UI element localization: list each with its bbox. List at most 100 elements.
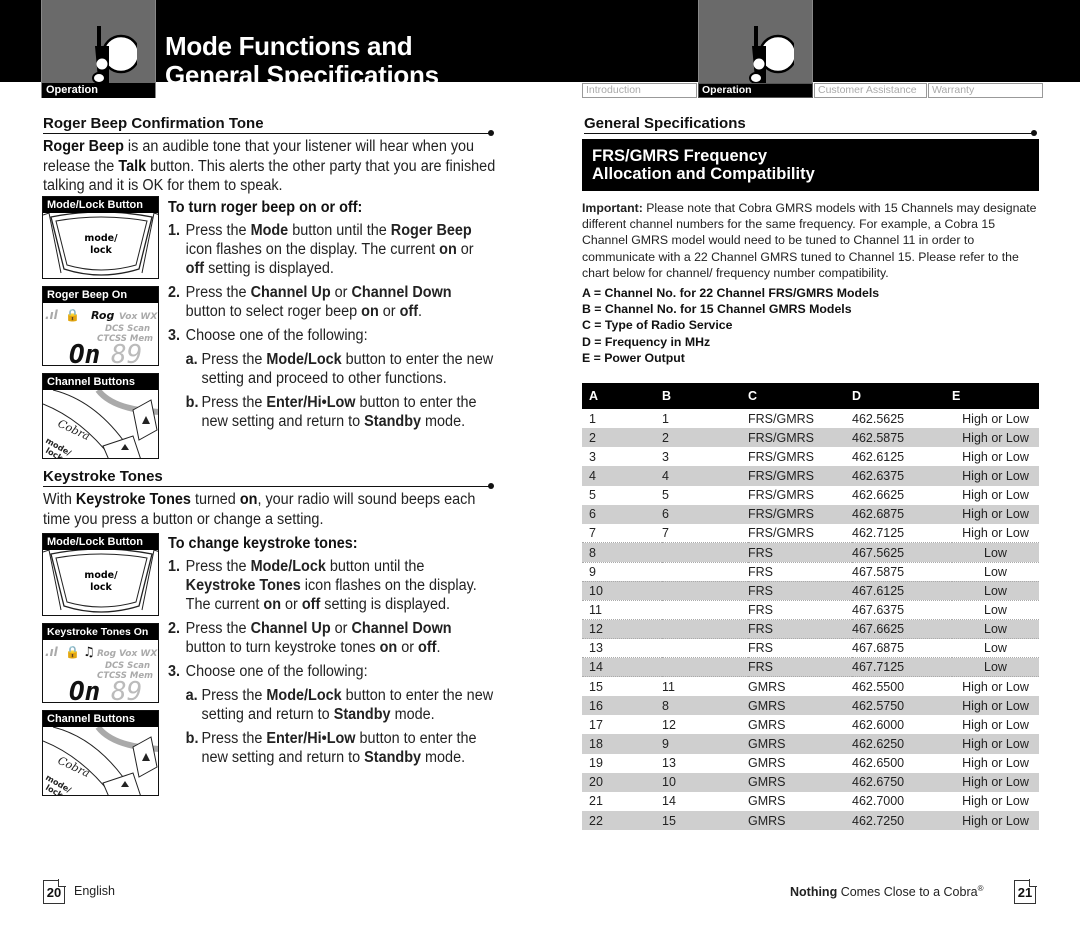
intro-text: With bbox=[43, 491, 76, 508]
cell-frequency: 462.5875 bbox=[852, 428, 952, 448]
emphasis-text: Channel Up bbox=[250, 620, 331, 637]
frequency-table: A B C D E 1 1 FRS/GMRS 462.5625 High or Low 2… bbox=[582, 383, 1039, 831]
instruction-substep: a. Press the Mode/Lock button to enter th… bbox=[186, 686, 496, 724]
lcd-on-readout: On bbox=[69, 340, 100, 366]
emphasis-text: off bbox=[418, 639, 437, 656]
cell-power-output: High or Low bbox=[952, 504, 1039, 524]
cell-frequency: 462.5500 bbox=[852, 679, 905, 694]
cell-channel-22: 4 bbox=[582, 466, 662, 486]
legend-item: D = Frequency in MHz bbox=[582, 334, 711, 349]
plain-text: Press the bbox=[185, 620, 251, 637]
cell-frequency: 462.6875 bbox=[852, 504, 952, 524]
cell-channel-22: 15 bbox=[589, 679, 603, 694]
table-row: 6 6 FRS/GMRS 462.6875 High or Low bbox=[582, 504, 1039, 524]
cell-service-type: FRS bbox=[748, 638, 852, 659]
nav-tab-customer-assistance[interactable]: Customer Assistance bbox=[814, 83, 927, 98]
general-specs-heading: General Specifications bbox=[584, 115, 746, 132]
instruction-step: 3. Choose one of the following: bbox=[168, 662, 495, 681]
cell-channel-15: 4 bbox=[662, 466, 748, 486]
table-row: 15 11 GMRS 462.5500 High or Low bbox=[582, 677, 1039, 696]
intro-bold: Keystroke Tones bbox=[75, 491, 191, 508]
plain-text: Press the bbox=[185, 558, 251, 575]
keystroke-tones-steps: To change keystroke tones: 1. Press the M… bbox=[168, 534, 495, 772]
plain-text: mode. bbox=[421, 413, 466, 430]
cell-power-output: High or Low bbox=[952, 523, 1039, 544]
cell-frequency: 467.7125 bbox=[852, 657, 952, 678]
table-row: 17 12 GMRS 462.6000 High or Low bbox=[582, 715, 1039, 734]
table-row: 16 8 GMRS 462.5750 High or Low bbox=[582, 696, 1039, 716]
panel-mode-lock-button: Mode/Lock Button mode/ lock bbox=[42, 196, 159, 279]
cell-channel-22: 7 bbox=[582, 523, 662, 544]
cell-service-type: FRS bbox=[748, 581, 852, 601]
nav-tab-introduction[interactable]: Introduction bbox=[582, 83, 697, 98]
plain-text: or bbox=[280, 596, 302, 613]
plain-text: Press the bbox=[201, 394, 267, 411]
dcs-scan-indicator: DCS Scan bbox=[105, 661, 150, 671]
registered-mark: ® bbox=[977, 884, 984, 893]
vox-wx-indicator: Vox WX bbox=[119, 312, 158, 322]
mode-lock-button-illustration: mode/ lock bbox=[43, 550, 158, 613]
cell-channel-15 bbox=[662, 542, 748, 563]
signal-icon: .ıl bbox=[45, 645, 59, 659]
cell-channel-22: 14 bbox=[582, 657, 662, 678]
plain-text: button to select roger beep bbox=[185, 303, 362, 320]
table-row: 13 FRS 467.6875 Low bbox=[582, 638, 1039, 659]
cell-frequency: 462.6750 bbox=[852, 772, 952, 792]
step-text: Choose one of the following: bbox=[186, 326, 368, 345]
roger-beep-intro: Roger Beep is an audible tone that your … bbox=[43, 137, 503, 196]
section-nav: Introduction Operation Customer Assistan… bbox=[582, 83, 1044, 98]
plain-text: button until the bbox=[288, 222, 391, 239]
cell-power-output: Low bbox=[952, 638, 1039, 659]
nav-tab-operation[interactable]: Operation bbox=[698, 83, 813, 98]
nav-tab-warranty[interactable]: Warranty bbox=[928, 83, 1043, 98]
plain-text: Choose one of the following: bbox=[185, 327, 368, 344]
rog-indicator: Rog bbox=[91, 309, 114, 322]
emphasis-text: Mode/Lock bbox=[266, 687, 342, 704]
step-text: Press the Mode/Lock button until the Key… bbox=[186, 557, 496, 614]
table-row: 4 4 FRS/GMRS 462.6375 High or Low bbox=[582, 466, 1039, 486]
cell-channel-15: 9 bbox=[662, 734, 748, 754]
emphasis-text: off bbox=[399, 303, 419, 320]
plain-text: mode. bbox=[421, 749, 466, 766]
cell-frequency: 467.5875 bbox=[852, 562, 952, 582]
plain-text: icon flashes on the display. The current bbox=[185, 241, 440, 258]
roger-beep-steps: To turn roger beep on or off: 1. Press th… bbox=[168, 198, 495, 436]
table-row: 11 FRS 467.6375 Low bbox=[582, 600, 1039, 621]
step-number: 3. bbox=[168, 663, 181, 680]
plain-text: . bbox=[436, 639, 441, 656]
plain-text: or bbox=[330, 620, 352, 637]
cell-channel-15 bbox=[662, 600, 748, 621]
instruction-step: 2. Press the Channel Up or Channel Down b… bbox=[168, 283, 495, 321]
title-line-2: General Specifications bbox=[165, 61, 439, 83]
table-row: 22 15 GMRS 462.7250 High or Low bbox=[582, 810, 1039, 831]
plain-text: Press the bbox=[201, 687, 267, 704]
step-number: 1. bbox=[168, 222, 181, 239]
cell-channel-22: 17 bbox=[589, 717, 603, 732]
cell-frequency: 462.6500 bbox=[852, 756, 905, 771]
step-number: a. bbox=[185, 351, 198, 368]
table-row: 12 FRS 467.6625 Low bbox=[582, 619, 1039, 640]
plain-text: Press the bbox=[201, 730, 267, 747]
cell-frequency: 462.6000 bbox=[852, 717, 905, 732]
keystroke-tones-subheading: To change keystroke tones: bbox=[168, 535, 358, 552]
channel-buttons-illustration: Cobra mode/ lock bbox=[43, 390, 158, 458]
cell-service-type: FRS/GMRS bbox=[748, 449, 814, 464]
instruction-step: 1. Press the Mode/Lock button until the K… bbox=[168, 557, 495, 614]
cell-power-output: High or Low bbox=[952, 696, 1039, 716]
plain-text: or bbox=[378, 303, 400, 320]
cell-channel-15: 10 bbox=[662, 772, 748, 792]
plain-text: or bbox=[456, 241, 474, 258]
tagline-text: Comes Close to a Cobra bbox=[837, 885, 978, 900]
emphasis-text: Channel Down bbox=[351, 620, 452, 637]
cell-channel-15 bbox=[662, 657, 748, 678]
panel-title: Mode/Lock Button bbox=[43, 197, 158, 213]
important-note: Important: Please note that Cobra GMRS m… bbox=[582, 200, 1044, 281]
cell-service-type: GMRS bbox=[748, 734, 852, 754]
cell-channel-22: 13 bbox=[582, 638, 662, 659]
step-number: 3. bbox=[168, 327, 181, 344]
step-number: b. bbox=[185, 394, 199, 411]
rule-dot bbox=[1031, 130, 1037, 136]
plain-text: mode. bbox=[390, 706, 435, 723]
emphasis-text: off bbox=[185, 260, 205, 277]
cell-frequency: 467.6625 bbox=[852, 619, 952, 640]
